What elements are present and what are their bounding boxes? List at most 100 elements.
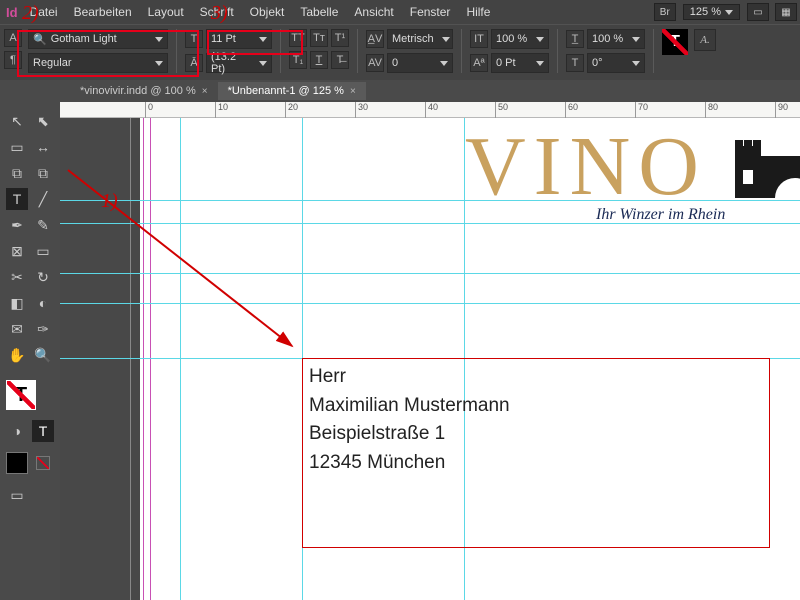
- address-street: Beispielstraße 1: [309, 420, 763, 449]
- ruler-tick: 80: [705, 102, 718, 118]
- strike-icon[interactable]: T̶: [331, 51, 349, 69]
- baseline-value: 0 Pt: [496, 57, 516, 69]
- address-textframe[interactable]: Herr Maximilian Mustermann Beispielstraß…: [302, 358, 770, 548]
- menu-ansicht[interactable]: Ansicht: [346, 2, 401, 22]
- selection-tool[interactable]: ↖: [6, 110, 28, 132]
- tracking-value: 0: [392, 57, 398, 69]
- scissors-tool[interactable]: ✂: [6, 266, 28, 288]
- tracking-input[interactable]: 0: [387, 53, 453, 73]
- toolbox: ↖ ⬉ ▭ ↔ ⧉ ⧉ T ╱ ✒ ✎ ⊠ ▭ ✂ ↻ ◧ ◐ ✉ ✑ ✋ 🔍 …: [2, 102, 58, 514]
- hand-tool[interactable]: ✋: [6, 344, 28, 366]
- hscale-value: 100 %: [592, 33, 623, 45]
- font-style-value: Regular: [33, 57, 72, 69]
- chevron-down-icon: [259, 61, 267, 66]
- char-mode-icon[interactable]: A: [4, 29, 22, 47]
- char-fill-swatch[interactable]: T: [662, 29, 688, 55]
- chevron-down-icon: [632, 37, 640, 42]
- gradient-swatch-tool[interactable]: ◧: [6, 292, 28, 314]
- ruler-tick: 70: [635, 102, 648, 118]
- view-mode-icon[interactable]: ▭: [6, 484, 28, 506]
- para-mode-icon[interactable]: ¶: [4, 51, 22, 69]
- menu-objekt[interactable]: Objekt: [242, 2, 293, 22]
- fill-swatch[interactable]: T: [6, 380, 36, 410]
- close-icon[interactable]: ×: [350, 86, 356, 97]
- rectangle-frame-tool[interactable]: ⊠: [6, 240, 28, 262]
- skew-input[interactable]: 0°: [587, 53, 645, 73]
- type-tool[interactable]: T: [6, 188, 28, 210]
- leading-input[interactable]: (13.2 Pt): [206, 53, 272, 73]
- menu-fenster[interactable]: Fenster: [402, 2, 459, 22]
- tagline-text: Ihr Winzer im Rhein: [596, 206, 725, 224]
- gradient-feather-tool[interactable]: ◐: [32, 292, 54, 314]
- menu-hilfe[interactable]: Hilfe: [458, 2, 498, 22]
- menu-layout[interactable]: Layout: [140, 2, 192, 22]
- chevron-down-icon: [725, 10, 733, 15]
- superscript-icon[interactable]: T¹: [331, 29, 349, 47]
- chevron-down-icon: [155, 37, 163, 42]
- free-transform-tool[interactable]: ↻: [32, 266, 54, 288]
- tab-label: *vinovivir.indd @ 100 %: [80, 85, 196, 97]
- smallcaps-icon[interactable]: Tᴛ: [310, 29, 328, 47]
- chevron-down-icon: [155, 61, 163, 66]
- screen-mode-icon[interactable]: ▭: [747, 3, 769, 21]
- menubar: Id Datei Bearbeiten Layout Schrift Objek…: [0, 0, 800, 24]
- kerning-value: Metrisch: [392, 33, 434, 45]
- gap-tool[interactable]: ↔: [32, 136, 54, 158]
- pencil-tool[interactable]: ✎: [32, 214, 54, 236]
- pen-tool[interactable]: ✒: [6, 214, 28, 236]
- tab-unbenannt[interactable]: *Unbenannt-1 @ 125 % ×: [218, 82, 366, 100]
- leading-icon: Ā: [185, 54, 203, 72]
- search-icon: 🔍: [33, 33, 47, 46]
- allcaps-icon[interactable]: TT: [289, 29, 307, 47]
- font-size-icon: T: [185, 30, 203, 48]
- tab-label: *Unbenannt-1 @ 125 %: [228, 85, 344, 97]
- rectangle-tool[interactable]: ▭: [32, 240, 54, 262]
- content-collector-tool[interactable]: ⧉: [6, 162, 28, 184]
- close-icon[interactable]: ×: [202, 86, 208, 97]
- zoom-tool[interactable]: 🔍: [32, 344, 54, 366]
- skew-icon: T: [566, 54, 584, 72]
- formatting-text-icon[interactable]: T: [32, 420, 54, 442]
- zoom-level[interactable]: 125 %: [683, 4, 740, 20]
- kerning-icon: A̲V: [366, 30, 384, 48]
- annotation-2: 2): [22, 2, 39, 25]
- note-tool[interactable]: ✉: [6, 318, 28, 340]
- char-style-icon[interactable]: A.: [694, 29, 716, 51]
- skew-value: 0°: [592, 57, 603, 69]
- content-placer-tool[interactable]: ⧉: [32, 162, 54, 184]
- address-name: Maximilian Mustermann: [309, 392, 763, 421]
- formatting-container-icon[interactable]: ◑: [6, 420, 28, 442]
- zoom-value: 125 %: [690, 6, 721, 18]
- document-tabs: *vinovivir.indd @ 100 % × *Unbenannt-1 @…: [0, 80, 800, 102]
- chevron-down-icon: [259, 37, 267, 42]
- address-city: 12345 München: [309, 449, 763, 478]
- direct-selection-tool[interactable]: ⬉: [32, 110, 54, 132]
- logo-text: VINO: [465, 118, 707, 215]
- font-size-input[interactable]: 11 Pt: [206, 29, 272, 49]
- menu-tabelle[interactable]: Tabelle: [292, 2, 346, 22]
- arrange-icon[interactable]: ▦: [775, 3, 797, 21]
- page-tool[interactable]: ▭: [6, 136, 28, 158]
- ruler-tick: 60: [565, 102, 578, 118]
- baseline-input[interactable]: 0 Pt: [491, 53, 549, 73]
- chevron-down-icon: [536, 37, 544, 42]
- bridge-icon[interactable]: Br: [654, 3, 676, 21]
- underline-icon[interactable]: T: [310, 51, 328, 69]
- ruler-tick: 40: [425, 102, 438, 118]
- font-style-input[interactable]: Regular: [28, 53, 168, 73]
- line-tool[interactable]: ╱: [32, 188, 54, 210]
- subscript-icon[interactable]: T₁: [289, 51, 307, 69]
- hscale-input[interactable]: 100 %: [587, 29, 645, 49]
- control-bar: A ¶ 🔍 Gotham Light Regular T 11 Pt Ā (13…: [0, 24, 800, 80]
- menu-bearbeiten[interactable]: Bearbeiten: [66, 2, 140, 22]
- ruler-tick: 50: [495, 102, 508, 118]
- chevron-down-icon: [440, 61, 448, 66]
- font-family-input[interactable]: 🔍 Gotham Light: [28, 29, 168, 49]
- vscale-input[interactable]: 100 %: [491, 29, 549, 49]
- apply-color-icon[interactable]: [6, 452, 28, 474]
- tab-vinovivir[interactable]: *vinovivir.indd @ 100 % ×: [70, 82, 218, 100]
- apply-none-icon[interactable]: [32, 452, 54, 474]
- kerning-input[interactable]: Metrisch: [387, 29, 453, 49]
- ruler-horizontal[interactable]: 0 10 20 30 40 50 60 70 80 90: [60, 102, 800, 118]
- eyedropper-tool[interactable]: ✑: [32, 318, 54, 340]
